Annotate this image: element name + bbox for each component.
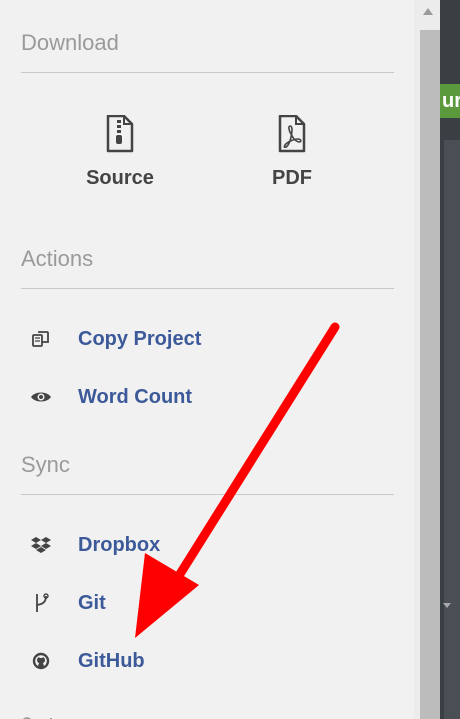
github-link[interactable]: GitHub — [30, 646, 145, 676]
section-title-sync: Sync — [21, 452, 70, 477]
divider — [21, 72, 394, 73]
github-label: GitHub — [78, 649, 145, 672]
left-menu-panel: Download Source PDF Actions Copy Project… — [0, 0, 414, 719]
scroll-up-arrow-icon[interactable] — [423, 8, 433, 15]
file-archive-icon — [106, 115, 134, 153]
cut-off-section-title — [21, 708, 101, 719]
git-label: Git — [78, 591, 106, 614]
copy-icon — [30, 328, 52, 350]
word-count-link[interactable]: Word Count — [30, 382, 192, 412]
scroll-down-arrow-icon[interactable] — [443, 603, 451, 608]
download-source-label: Source — [86, 167, 154, 189]
copy-project-link[interactable]: Copy Project — [30, 324, 201, 354]
git-link[interactable]: Git — [30, 588, 106, 618]
dropbox-label: Dropbox — [78, 533, 161, 556]
git-icon — [30, 592, 52, 614]
background-button-partial: ur — [440, 84, 460, 118]
word-count-label: Word Count — [78, 385, 193, 408]
download-pdf-label: PDF — [272, 167, 312, 189]
eye-icon — [30, 386, 52, 408]
divider — [21, 494, 394, 495]
dropbox-link[interactable]: Dropbox — [30, 530, 160, 560]
copy-project-label: Copy Project — [78, 327, 202, 350]
dropbox-icon — [30, 534, 52, 556]
scrollbar-thumb[interactable] — [420, 30, 440, 719]
download-source-button[interactable]: Source — [65, 115, 175, 190]
github-icon — [30, 650, 52, 672]
download-pdf-button[interactable]: PDF — [237, 115, 347, 190]
background-editor-strip — [444, 140, 460, 719]
section-title-actions: Actions — [21, 246, 94, 271]
divider — [21, 288, 394, 289]
section-title-download: Download — [21, 30, 119, 55]
file-pdf-icon — [278, 115, 306, 153]
